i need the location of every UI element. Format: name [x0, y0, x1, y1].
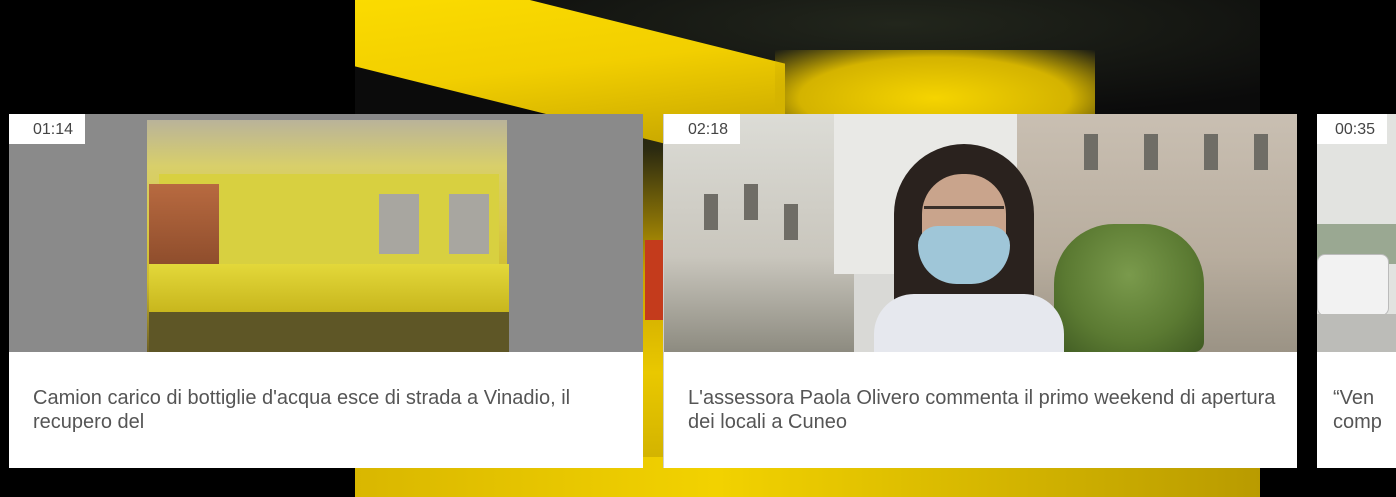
car-image	[1317, 254, 1389, 316]
truck-panel	[449, 194, 489, 254]
video-card[interactable]: 00:35 “Ven comp	[1317, 114, 1396, 468]
video-duration-badge: 02:18	[664, 114, 741, 144]
truck-stripe	[149, 264, 509, 314]
person-glasses	[924, 206, 1004, 223]
truck-shadow	[149, 312, 509, 352]
video-duration-badge: 00:35	[1317, 114, 1388, 144]
video-duration-badge: 01:14	[9, 114, 86, 144]
person-image	[874, 144, 1064, 352]
truck-panel	[379, 194, 419, 254]
building-window	[1204, 134, 1218, 170]
truck-cab	[149, 184, 219, 274]
video-thumbnail[interactable]	[9, 114, 643, 352]
video-carousel: 01:14 Camion carico di bottiglie d'acqua…	[0, 0, 1396, 497]
person-shirt	[874, 294, 1064, 352]
building-image	[664, 114, 854, 352]
video-title-link[interactable]: “Ven comp	[1333, 386, 1383, 434]
building-window	[744, 184, 758, 220]
video-card[interactable]: 01:14 Camion carico di bottiglie d'acqua…	[9, 114, 643, 468]
building-window	[1084, 134, 1098, 170]
building-window	[784, 204, 798, 240]
building-window	[1144, 134, 1158, 170]
video-thumbnail[interactable]	[664, 114, 1297, 352]
video-title-link[interactable]: Camion carico di bottiglie d'acqua esce …	[33, 386, 625, 434]
building-window	[704, 194, 718, 230]
building-window	[1254, 134, 1268, 170]
video-title-link[interactable]: L'assessora Paola Olivero commenta il pr…	[688, 386, 1279, 434]
video-card[interactable]: 02:18 L'assessora Paola Olivero commenta…	[663, 114, 1297, 468]
tree-image	[1054, 224, 1204, 352]
background-red-detail	[645, 240, 665, 320]
video-thumbnail[interactable]	[1317, 114, 1396, 352]
road-image	[1317, 314, 1396, 352]
